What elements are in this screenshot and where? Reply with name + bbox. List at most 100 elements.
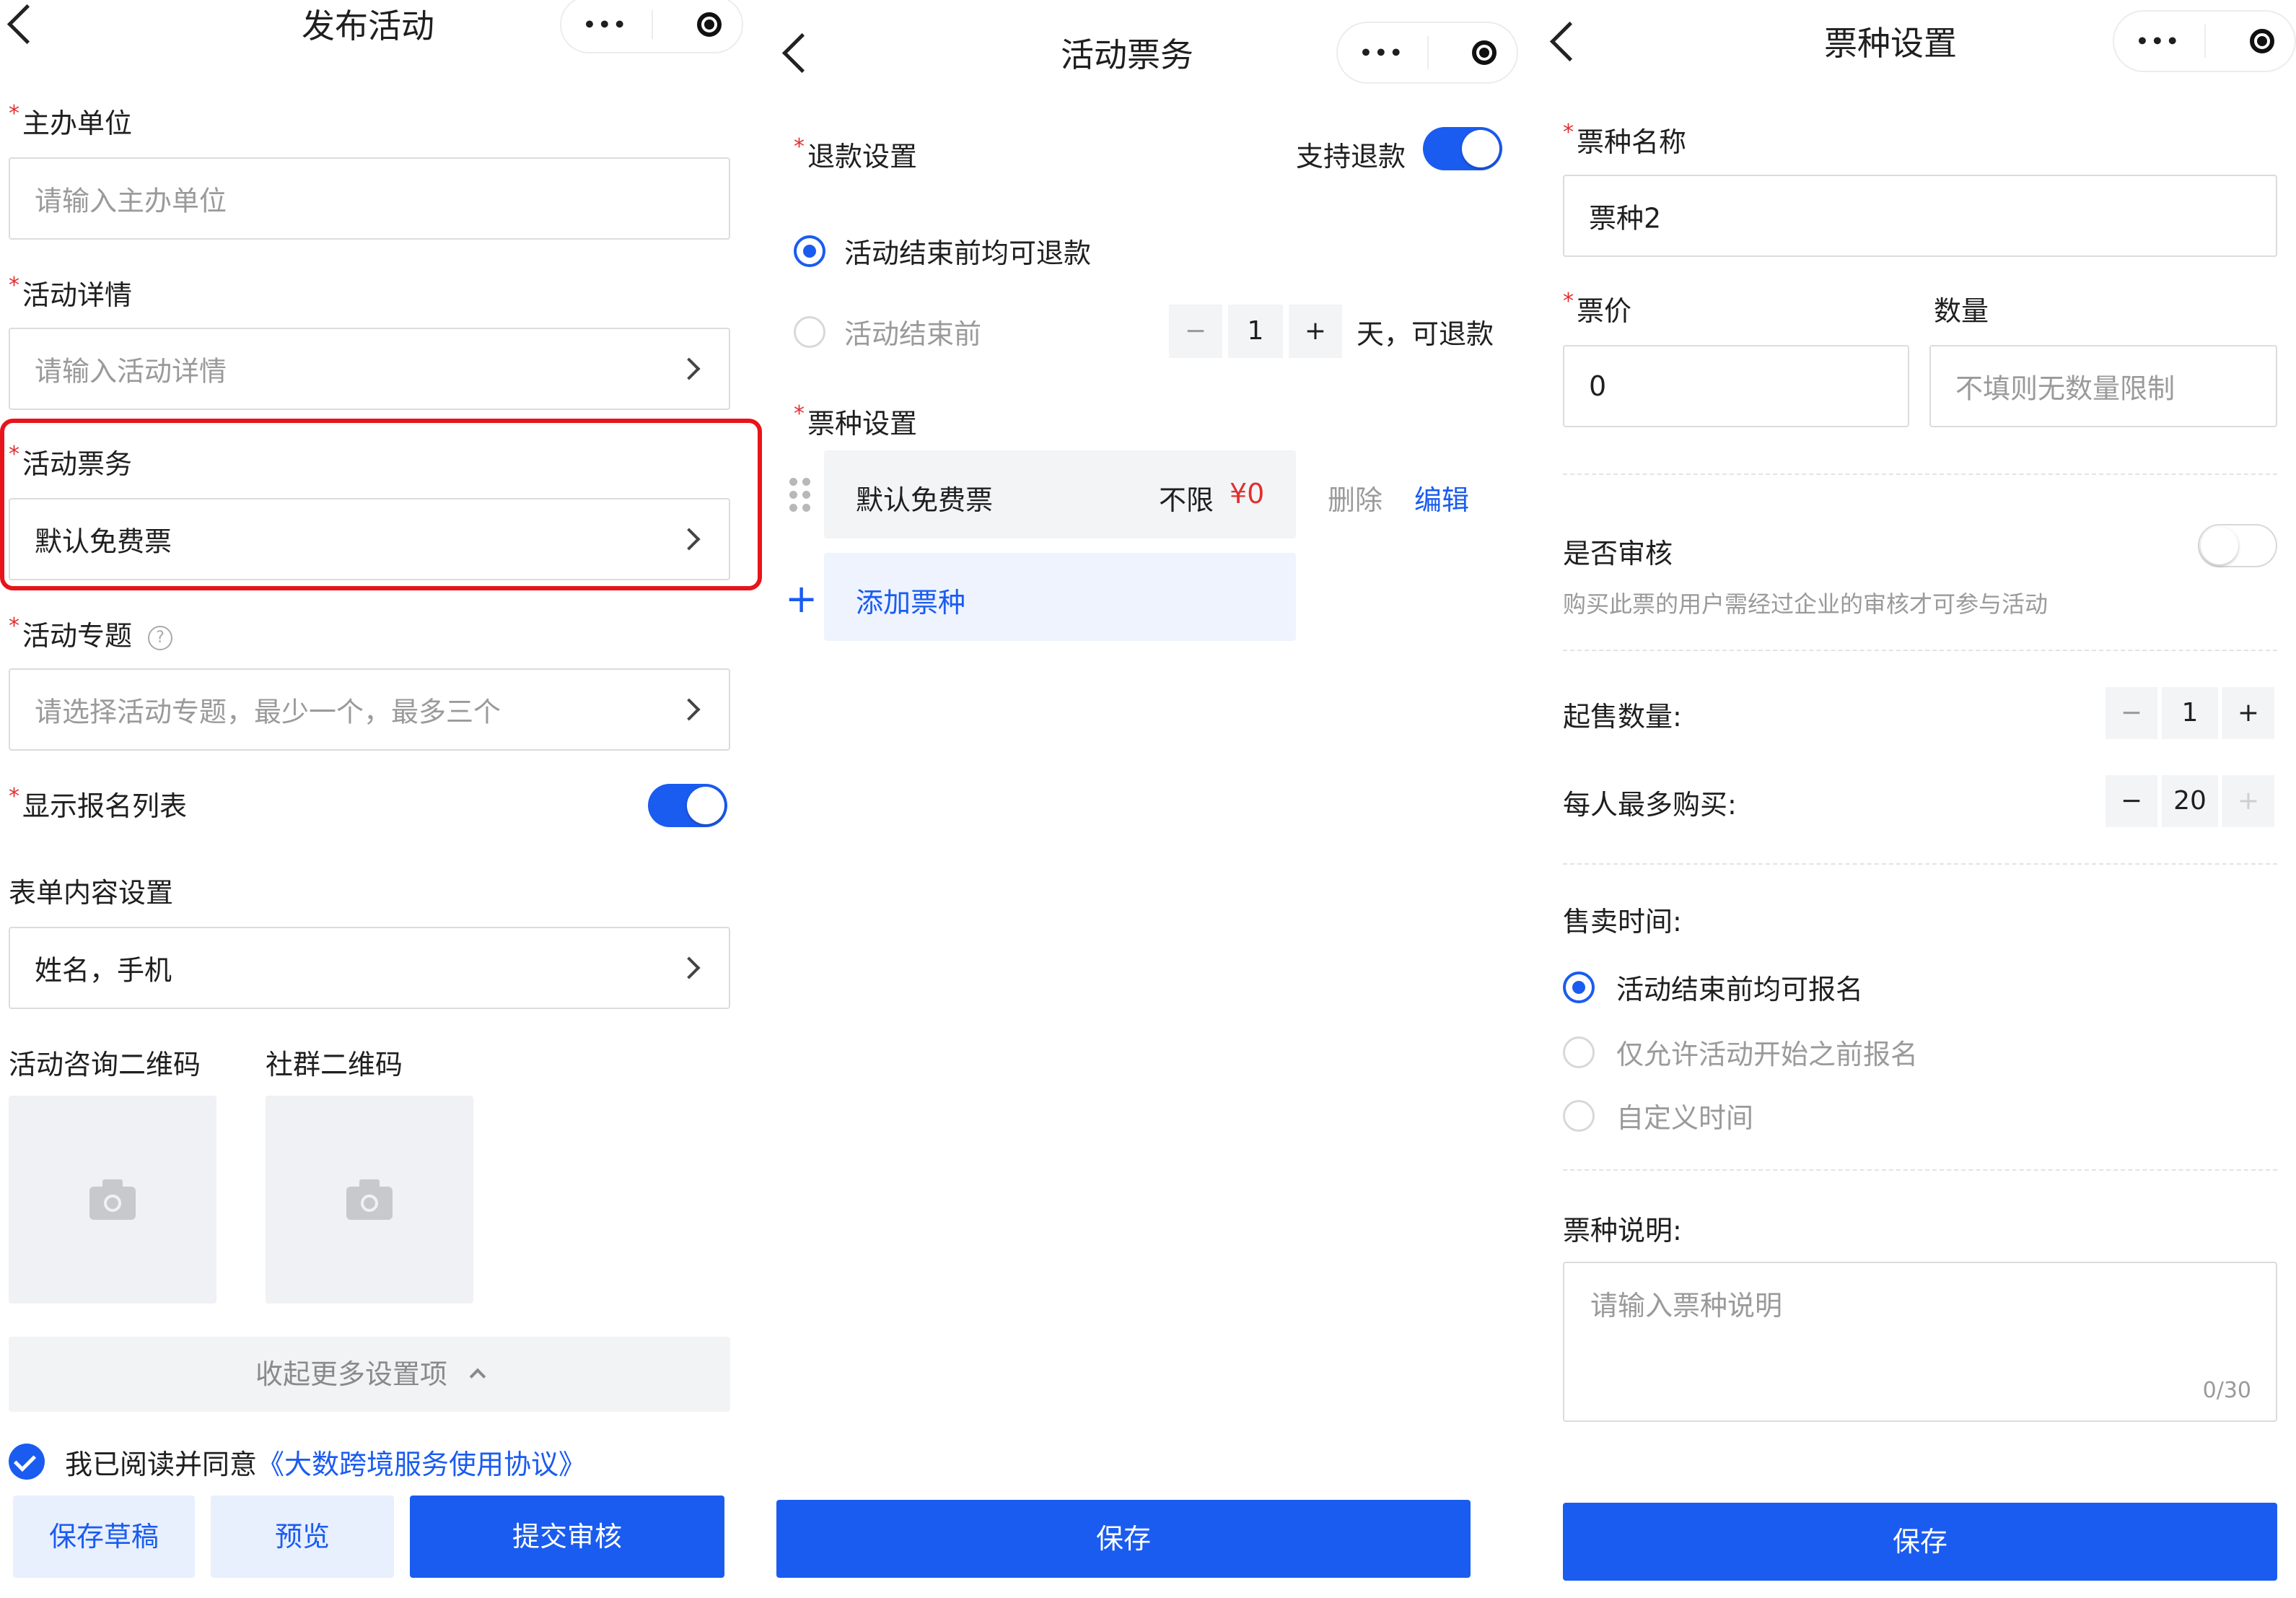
- sale-option-3-radio[interactable]: [1563, 1100, 1595, 1132]
- max-per-label: 每人最多购买:: [1563, 789, 1737, 821]
- save-button[interactable]: 保存: [776, 1500, 1471, 1578]
- back-icon[interactable]: [1549, 21, 1590, 62]
- topic-label: * 活动专题 ?: [9, 614, 173, 653]
- ticket-name-label: * 票种名称: [1563, 120, 1687, 158]
- desc-textarea[interactable]: 请输入票种说明 0/30: [1563, 1262, 2277, 1422]
- divider: [1563, 1169, 2277, 1171]
- preview-button[interactable]: 预览: [211, 1496, 394, 1578]
- review-toggle[interactable]: [2198, 524, 2277, 567]
- refund-toggle[interactable]: [1423, 127, 1502, 170]
- price-label: * 票价: [1563, 289, 1632, 327]
- page-title: 票种设置: [1824, 24, 1957, 63]
- drag-handle-icon[interactable]: [789, 478, 811, 512]
- chevron-right-icon: [678, 357, 701, 380]
- close-target-icon[interactable]: [697, 12, 722, 37]
- min-qty-plus-button[interactable]: +: [2222, 687, 2274, 739]
- page-title: 活动票务: [1061, 35, 1193, 74]
- consult-qr-label: 活动咨询二维码: [9, 1049, 201, 1080]
- more-icon[interactable]: •••: [1359, 41, 1405, 65]
- submit-review-button[interactable]: 提交审核: [410, 1496, 724, 1578]
- refund-option-before-radio[interactable]: [794, 316, 825, 348]
- ticket-price: ¥0: [1230, 478, 1265, 510]
- chevron-up-icon: [469, 1368, 486, 1384]
- max-per-minus-button[interactable]: −: [2106, 775, 2157, 827]
- agree-checkbox[interactable]: [9, 1444, 45, 1480]
- days-input[interactable]: 1: [1228, 305, 1283, 358]
- refund-option-before-label: 活动结束前: [844, 318, 982, 350]
- max-per-input[interactable]: 20: [2162, 775, 2218, 827]
- divider: [1563, 650, 2277, 651]
- more-icon[interactable]: •••: [583, 13, 628, 37]
- mini-program-capsule: •••: [2113, 10, 2296, 72]
- camera-icon: [89, 1179, 136, 1220]
- publish-activity-screen: 发布活动 ••• * 主办单位 请输入主办单位 * 活动详情 请输入活动详情 * 活动…: [0, 0, 762, 1598]
- min-qty-input[interactable]: 1: [2162, 687, 2218, 739]
- ticket-name-input[interactable]: 票种2: [1563, 175, 2277, 257]
- close-target-icon[interactable]: [1472, 40, 1497, 65]
- price-input[interactable]: 0: [1563, 345, 1909, 427]
- close-target-icon[interactable]: [2250, 29, 2274, 53]
- sale-option-1-radio[interactable]: [1563, 972, 1595, 1003]
- char-counter: 0/30: [2202, 1378, 2251, 1403]
- ticket-limit: 不限: [1159, 484, 1214, 516]
- quantity-input[interactable]: 不填则无数量限制: [1929, 345, 2277, 427]
- community-qr-upload[interactable]: [266, 1096, 473, 1304]
- details-field[interactable]: 请输入活动详情: [9, 328, 730, 410]
- ticket-edit-link[interactable]: 编辑: [1414, 478, 1469, 518]
- chevron-right-icon: [678, 528, 701, 551]
- review-hint: 购买此票的用户需经过企业的审核才可参与活动: [1563, 590, 2049, 618]
- quantity-label: 数量: [1934, 295, 1989, 327]
- more-icon[interactable]: •••: [2136, 30, 2181, 53]
- divider: [1563, 863, 2277, 865]
- organizer-input[interactable]: 请输入主办单位: [9, 157, 730, 240]
- agreement-link[interactable]: 《大数跨境服务使用协议》: [257, 1449, 586, 1480]
- divider: [1563, 473, 2277, 475]
- add-icon[interactable]: +: [785, 576, 818, 621]
- back-icon[interactable]: [6, 4, 48, 45]
- days-minus-button[interactable]: −: [1169, 305, 1222, 358]
- mini-program-capsule: •••: [1336, 22, 1518, 84]
- consult-qr-upload[interactable]: [9, 1096, 216, 1304]
- review-label: 是否审核: [1563, 538, 1673, 569]
- sale-option-3-label: 自定义时间: [1616, 1102, 1754, 1134]
- ticket-types-label: * 票种设置: [794, 401, 918, 440]
- days-suffix-label: 天，可退款: [1357, 318, 1494, 350]
- show-signup-label: * 显示报名列表: [9, 784, 188, 822]
- sale-option-1-label: 活动结束前均可报名: [1616, 974, 1864, 1005]
- show-signup-toggle[interactable]: [648, 784, 727, 827]
- collapse-settings-button[interactable]: 收起更多设置项: [9, 1337, 730, 1412]
- form-content-field[interactable]: 姓名，手机: [9, 927, 730, 1009]
- refund-option-all-label: 活动结束前均可退款: [844, 237, 1092, 269]
- save-draft-button[interactable]: 保存草稿: [13, 1496, 195, 1578]
- min-qty-minus-button[interactable]: −: [2106, 687, 2157, 739]
- ticket-name: 默认免费票: [856, 484, 994, 516]
- chevron-right-icon: [678, 698, 701, 721]
- organizer-label: * 主办单位: [9, 101, 133, 139]
- camera-icon: [346, 1179, 393, 1220]
- min-qty-label: 起售数量:: [1563, 701, 1682, 733]
- mini-program-capsule: •••: [560, 0, 743, 53]
- tickets-label: * 活动票务: [9, 442, 133, 480]
- tickets-field[interactable]: 默认免费票: [9, 498, 730, 580]
- chevron-right-icon: [678, 956, 701, 979]
- page-title: 发布活动: [302, 6, 434, 45]
- refund-label: * 退款设置: [794, 134, 918, 173]
- max-per-plus-button[interactable]: +: [2222, 775, 2274, 827]
- ticket-delete-link[interactable]: 删除: [1328, 478, 1383, 518]
- details-label: * 活动详情: [9, 273, 133, 311]
- community-qr-label: 社群二维码: [266, 1049, 403, 1080]
- agreement-line: 我已阅读并同意《大数跨境服务使用协议》: [65, 1449, 587, 1480]
- sale-option-2-label: 仅允许活动开始之前报名: [1616, 1039, 1919, 1070]
- topic-field[interactable]: 请选择活动专题，最少一个，最多三个: [9, 668, 730, 751]
- refund-option-all-radio[interactable]: [794, 235, 825, 267]
- ticket-row[interactable]: 默认免费票 不限 ¥0: [824, 450, 1296, 538]
- refund-support-label: 支持退款: [1296, 141, 1406, 173]
- desc-label: 票种说明:: [1563, 1215, 1682, 1246]
- save-button[interactable]: 保存: [1563, 1503, 2277, 1581]
- back-icon[interactable]: [781, 32, 823, 74]
- sale-option-2-radio[interactable]: [1563, 1036, 1595, 1068]
- days-plus-button[interactable]: +: [1289, 305, 1342, 358]
- ticket-settings-screen: 票种设置 ••• * 票种名称 票种2 * 票价 数量 0 不填则无数量限制 是否审…: [1537, 0, 2296, 1598]
- help-icon[interactable]: ?: [148, 625, 173, 650]
- add-ticket-button[interactable]: 添加票种: [824, 553, 1296, 641]
